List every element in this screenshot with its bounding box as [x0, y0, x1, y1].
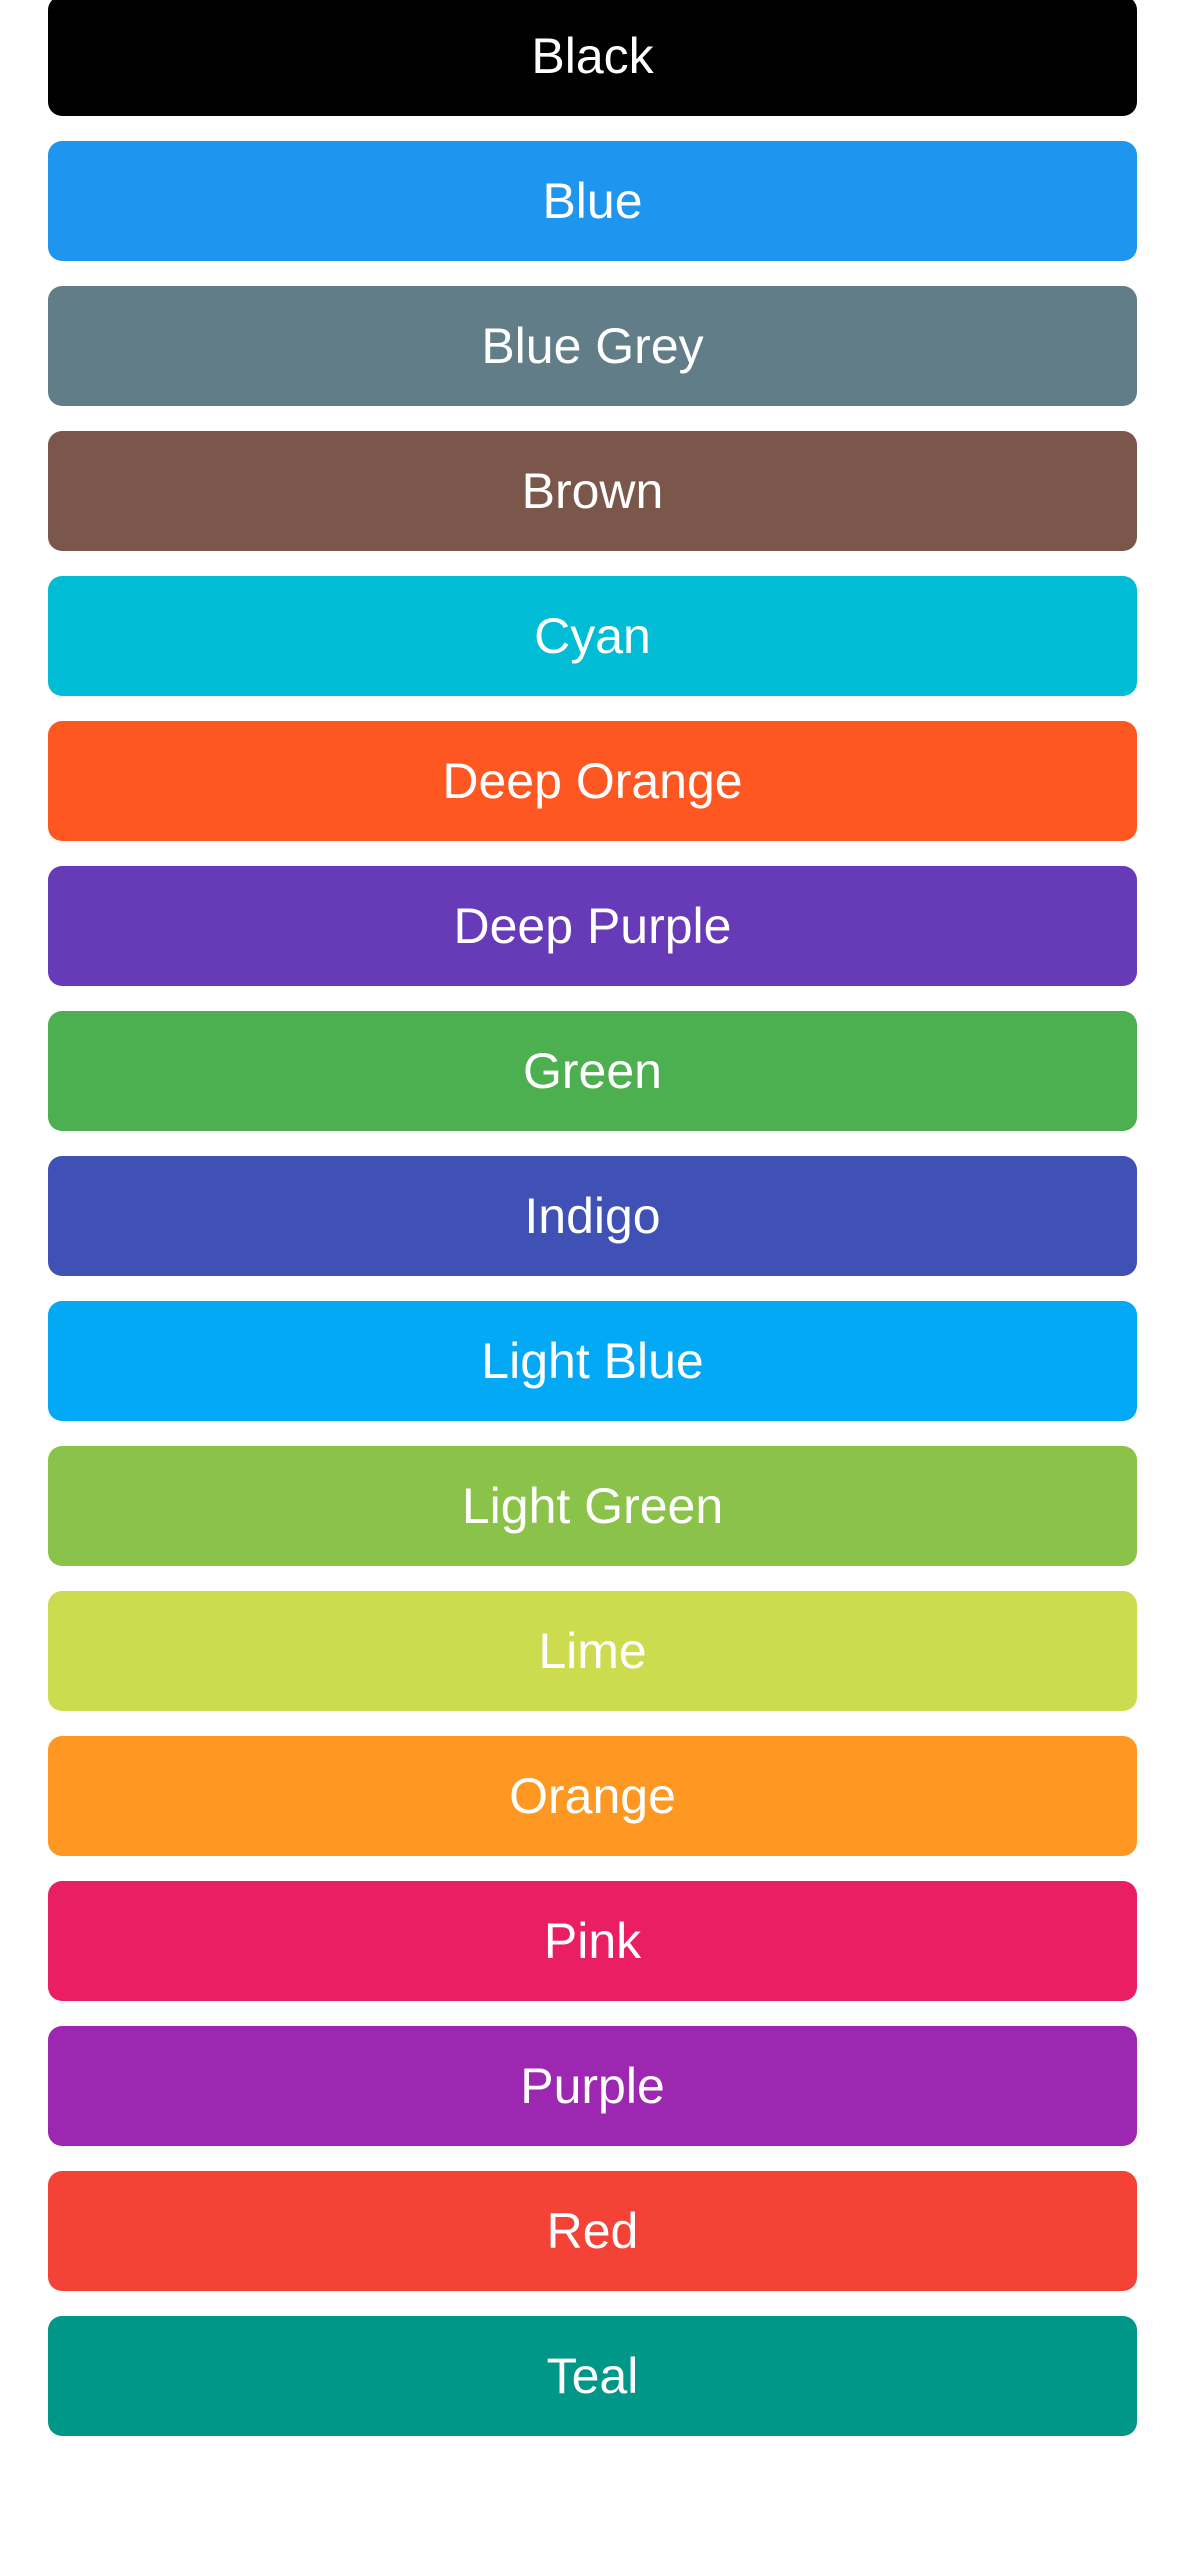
- color-button-blue[interactable]: Blue: [48, 141, 1137, 261]
- color-button-black[interactable]: Black: [48, 0, 1137, 116]
- color-button-label: Pink: [543, 1913, 642, 1969]
- color-button-purple[interactable]: Purple: [48, 2026, 1137, 2146]
- color-button-list: Black Blue Blue Grey Brown Cyan Deep Ora…: [48, 0, 1137, 2461]
- color-button-blue-grey[interactable]: Blue Grey: [48, 286, 1137, 406]
- color-button-indigo[interactable]: Indigo: [48, 1156, 1137, 1276]
- color-button-light-blue[interactable]: Light Blue: [48, 1301, 1137, 1421]
- color-button-label: Blue: [542, 173, 643, 229]
- color-button-label: Green: [523, 1043, 662, 1099]
- color-button-label: Light Green: [461, 1478, 724, 1534]
- color-button-label: Purple: [520, 2058, 665, 2114]
- color-button-brown[interactable]: Brown: [48, 431, 1137, 551]
- color-button-label: Brown: [521, 463, 664, 519]
- color-button-light-green[interactable]: Light Green: [48, 1446, 1137, 1566]
- color-button-label: Deep Purple: [453, 898, 732, 954]
- color-button-cyan[interactable]: Cyan: [48, 576, 1137, 696]
- color-button-teal[interactable]: Teal: [48, 2316, 1137, 2436]
- color-button-pink[interactable]: Pink: [48, 1881, 1137, 2001]
- color-button-label: Teal: [546, 2348, 639, 2404]
- color-button-lime[interactable]: Lime: [48, 1591, 1137, 1711]
- color-button-label: Red: [546, 2203, 639, 2259]
- color-button-deep-orange[interactable]: Deep Orange: [48, 721, 1137, 841]
- color-button-label: Lime: [538, 1623, 647, 1679]
- color-button-label: Blue Grey: [481, 318, 704, 374]
- color-button-deep-purple[interactable]: Deep Purple: [48, 866, 1137, 986]
- color-button-orange[interactable]: Orange: [48, 1736, 1137, 1856]
- color-button-red[interactable]: Red: [48, 2171, 1137, 2291]
- color-button-label: Deep Orange: [442, 753, 743, 809]
- color-button-label: Black: [531, 28, 654, 84]
- color-button-label: Orange: [509, 1768, 676, 1824]
- color-button-label: Indigo: [524, 1188, 661, 1244]
- color-button-green[interactable]: Green: [48, 1011, 1137, 1131]
- color-button-label: Light Blue: [481, 1333, 704, 1389]
- color-button-label: Cyan: [534, 608, 651, 664]
